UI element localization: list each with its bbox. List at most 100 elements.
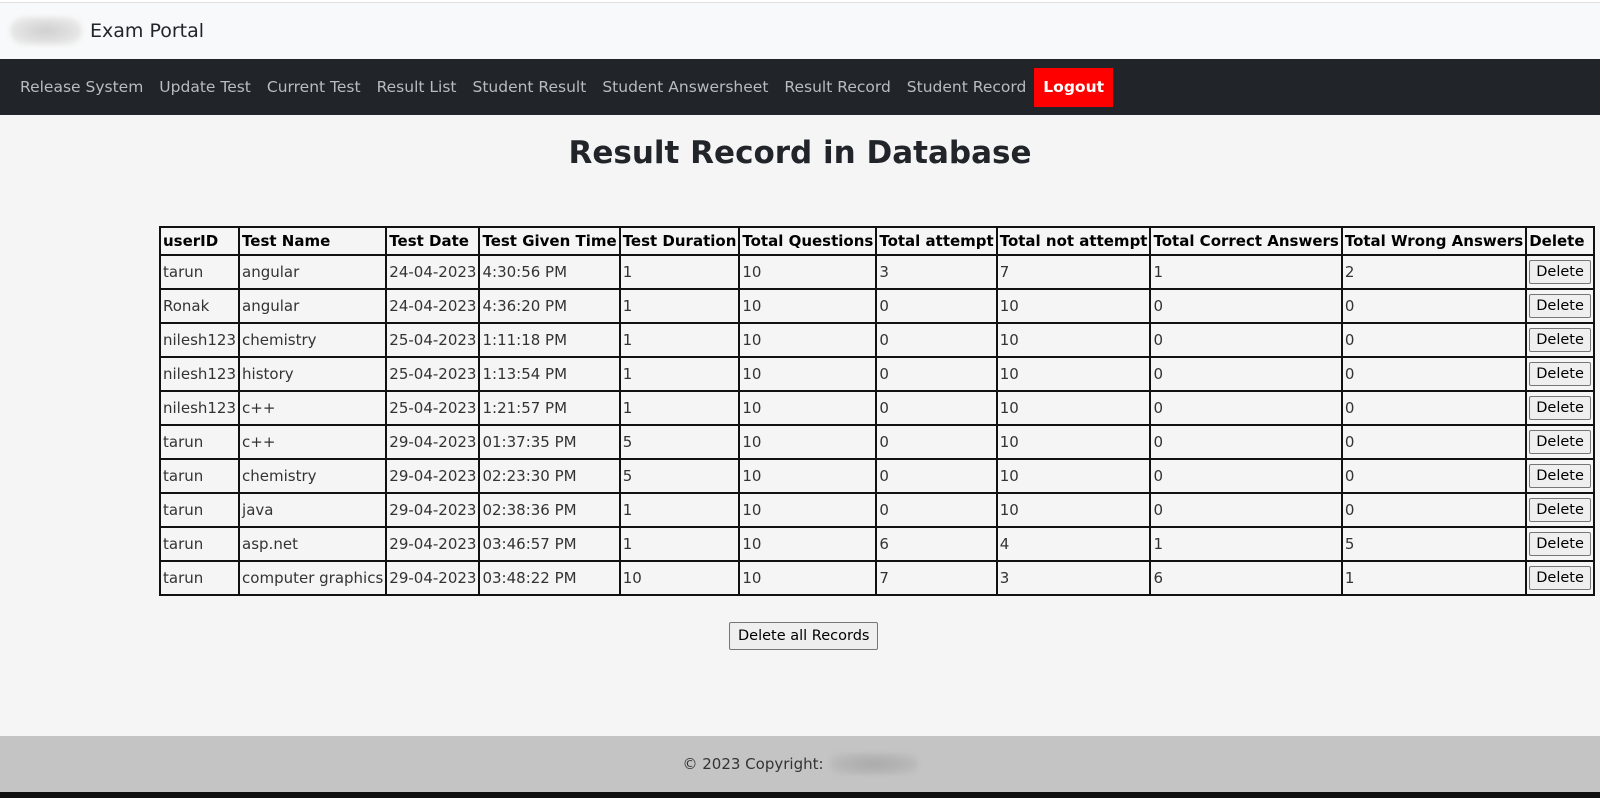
table-cell: 10 bbox=[995, 356, 1152, 392]
table-cell: 02:23:30 PM bbox=[478, 458, 621, 494]
table-header-cell: Total Wrong Answers bbox=[1340, 226, 1528, 256]
table-cell: 5 bbox=[618, 458, 741, 494]
delete-row-button[interactable]: Delete bbox=[1529, 362, 1591, 386]
result-record-table: userID Test Name Test Date Test Given Time T… bbox=[158, 226, 1595, 596]
table-cell: 10 bbox=[738, 356, 878, 392]
table-cell-delete: Delete bbox=[1525, 288, 1595, 324]
footer-copyright-link[interactable] bbox=[829, 753, 918, 775]
table-header-cell: Total attempt bbox=[875, 226, 998, 256]
table-cell: 0 bbox=[1149, 424, 1343, 460]
delete-row-button[interactable]: Delete bbox=[1529, 498, 1591, 522]
brand-bar: Exam Portal bbox=[0, 3, 1600, 59]
table-cell: 10 bbox=[738, 560, 878, 596]
table-cell-delete: Delete bbox=[1525, 254, 1595, 290]
table-cell: 0 bbox=[1149, 390, 1343, 426]
table-cell: 10 bbox=[738, 390, 878, 426]
nav-release-system[interactable]: Release System bbox=[12, 78, 151, 96]
nav-update-test[interactable]: Update Test bbox=[151, 78, 259, 96]
table-row: Ronak angular 24-04-2023 4:36:20 PM 1 10 0 10 0 0… bbox=[158, 288, 1595, 324]
table-cell: 0 bbox=[1340, 322, 1528, 358]
table-cell: 10 bbox=[738, 322, 878, 358]
table-cell: 0 bbox=[1340, 492, 1528, 528]
table-cell: 1 bbox=[618, 390, 741, 426]
table-header-cell: Total Correct Answers bbox=[1149, 226, 1343, 256]
table-cell: 1:11:18 PM bbox=[478, 322, 621, 358]
table-cell: 0 bbox=[875, 356, 998, 392]
page-title: Result Record in Database bbox=[568, 135, 1032, 171]
nav-current-test[interactable]: Current Test bbox=[259, 78, 369, 96]
table-cell: 0 bbox=[1340, 458, 1528, 494]
table-header-cell: userID bbox=[158, 226, 241, 256]
table-cell: 10 bbox=[738, 424, 878, 460]
nav-result-record[interactable]: Result Record bbox=[776, 78, 898, 96]
delete-row-button[interactable]: Delete bbox=[1529, 260, 1591, 284]
table-cell: 5 bbox=[1340, 526, 1528, 562]
table-cell-delete: Delete bbox=[1525, 424, 1595, 460]
table-cell: 0 bbox=[1340, 356, 1528, 392]
delete-row-button[interactable]: Delete bbox=[1529, 294, 1591, 318]
table-cell: computer graphics bbox=[238, 560, 388, 596]
table-cell: 10 bbox=[738, 288, 878, 324]
table-cell-delete: Delete bbox=[1525, 526, 1595, 562]
table-cell: asp.net bbox=[238, 526, 388, 562]
table-body: tarun angular 24-04-2023 4:30:56 PM 1 10 3 7 1 2 D… bbox=[158, 254, 1595, 596]
table-header-cell: Total not attempt bbox=[995, 226, 1152, 256]
table-cell-delete: Delete bbox=[1525, 356, 1595, 392]
table-cell: 1:21:57 PM bbox=[478, 390, 621, 426]
table-cell: 10 bbox=[995, 458, 1152, 494]
footer: © 2023 Copyright: bbox=[0, 736, 1600, 792]
main-content: Result Record in Database userID Test Nam… bbox=[0, 115, 1600, 738]
nav-result-list[interactable]: Result List bbox=[369, 78, 465, 96]
table-cell: tarun bbox=[158, 526, 241, 562]
table-cell: 10 bbox=[995, 322, 1152, 358]
table-cell: 0 bbox=[875, 492, 998, 528]
table-row: tarun c++ 29-04-2023 01:37:35 PM 5 10 0 10 0 0 Del… bbox=[158, 424, 1595, 460]
delete-row-button[interactable]: Delete bbox=[1529, 430, 1591, 454]
table-cell: chemistry bbox=[238, 458, 388, 494]
table-cell: 0 bbox=[1149, 288, 1343, 324]
table-header-cell: Test Given Time bbox=[478, 226, 621, 256]
bottom-strip bbox=[0, 792, 1600, 798]
nav-student-answersheet[interactable]: Student Answersheet bbox=[594, 78, 776, 96]
brand-title[interactable]: Exam Portal bbox=[90, 20, 204, 42]
brand-logo[interactable] bbox=[10, 17, 82, 45]
table-cell: nilesh123 bbox=[158, 356, 241, 392]
nav-student-result[interactable]: Student Result bbox=[464, 78, 594, 96]
table-cell: 10 bbox=[738, 492, 878, 528]
table-cell: 10 bbox=[995, 288, 1152, 324]
delete-all-records-button[interactable]: Delete all Records bbox=[729, 622, 879, 650]
table-cell: 4:30:56 PM bbox=[478, 254, 621, 290]
table-cell: 0 bbox=[1149, 492, 1343, 528]
table-cell: 0 bbox=[875, 288, 998, 324]
table-cell: 7 bbox=[995, 254, 1152, 290]
table-cell: 0 bbox=[1149, 458, 1343, 494]
table-cell: 6 bbox=[1149, 560, 1343, 596]
table-cell: 0 bbox=[1149, 356, 1343, 392]
table-cell: 29-04-2023 bbox=[385, 560, 481, 596]
delete-row-button[interactable]: Delete bbox=[1529, 396, 1591, 420]
delete-row-button[interactable]: Delete bbox=[1529, 566, 1591, 590]
table-cell: tarun bbox=[158, 560, 241, 596]
delete-row-button[interactable]: Delete bbox=[1529, 328, 1591, 352]
table-cell: nilesh123 bbox=[158, 390, 241, 426]
table-cell: 29-04-2023 bbox=[385, 424, 481, 460]
table-cell: 0 bbox=[1340, 288, 1528, 324]
table-cell: 1 bbox=[1149, 254, 1343, 290]
table-cell: c++ bbox=[238, 424, 388, 460]
delete-row-button[interactable]: Delete bbox=[1529, 532, 1591, 556]
table-row: tarun chemistry 29-04-2023 02:23:30 PM 5 10 0 1… bbox=[158, 458, 1595, 494]
delete-row-button[interactable]: Delete bbox=[1529, 464, 1591, 488]
table-header-cell: Test Name bbox=[238, 226, 388, 256]
table-cell: 0 bbox=[1149, 322, 1343, 358]
table-cell: 29-04-2023 bbox=[385, 492, 481, 528]
table-cell: Ronak bbox=[158, 288, 241, 324]
table-cell: 10 bbox=[738, 458, 878, 494]
logout-button[interactable]: Logout bbox=[1034, 67, 1114, 107]
table-cell: 0 bbox=[1340, 390, 1528, 426]
table-row: nilesh123 chemistry 25-04-2023 1:11:18 PM 1 1… bbox=[158, 322, 1595, 358]
table-cell: 1 bbox=[618, 322, 741, 358]
table-row: tarun java 29-04-2023 02:38:36 PM 1 10 0 10 0 0 De… bbox=[158, 492, 1595, 528]
table-cell: 03:48:22 PM bbox=[478, 560, 621, 596]
nav-student-record[interactable]: Student Record bbox=[899, 78, 1035, 96]
table-header-row: userID Test Name Test Date Test Given Time T… bbox=[158, 226, 1595, 256]
